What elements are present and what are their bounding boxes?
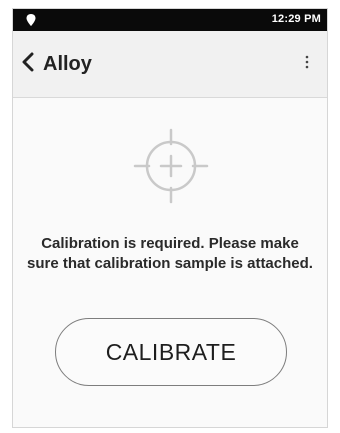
overflow-menu-button[interactable] (297, 53, 317, 75)
more-vertical-icon (304, 54, 310, 75)
status-bar: 12:29 PM (13, 9, 327, 31)
calibration-message: Calibration is required. Please make sur… (27, 235, 313, 272)
back-button[interactable]: Alloy (21, 49, 92, 79)
status-time: 12:29 PM (271, 13, 321, 25)
device-screen: 12:29 PM Alloy Calibration is required. … (12, 8, 328, 428)
chevron-left-icon (21, 52, 35, 77)
location-pin-icon (25, 13, 37, 27)
app-bar: Alloy (13, 31, 327, 98)
crosshair-target-icon (131, 126, 211, 206)
calibration-panel: Calibration is required. Please make sur… (13, 98, 327, 427)
page-title: Alloy (43, 52, 92, 75)
calibrate-button[interactable]: CALIBRATE (55, 318, 287, 386)
